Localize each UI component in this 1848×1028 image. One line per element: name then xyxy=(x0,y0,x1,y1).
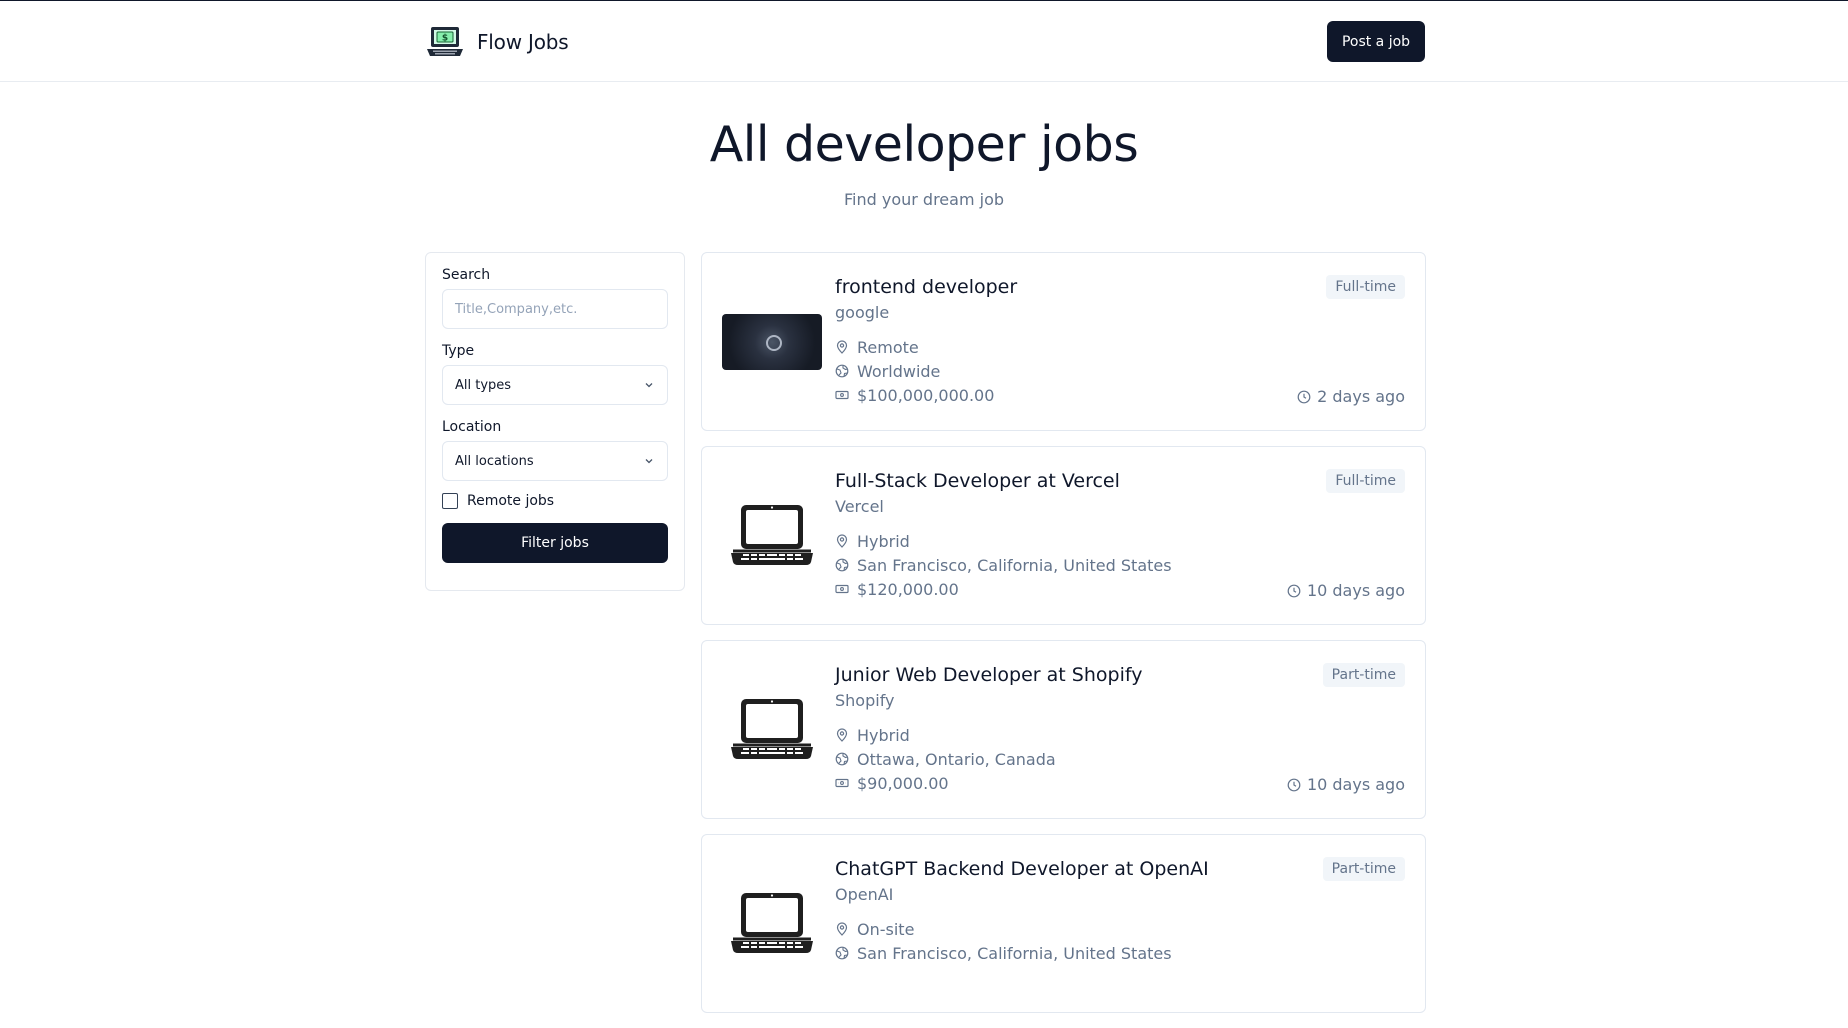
job-company: OpenAI xyxy=(835,885,894,904)
work-mode: Hybrid xyxy=(857,531,910,551)
filter-jobs-button[interactable]: Filter jobs xyxy=(442,523,668,563)
work-mode-row: On-site xyxy=(835,917,1405,941)
clock-icon xyxy=(1287,584,1301,597)
job-title[interactable]: frontend developer xyxy=(835,276,1405,298)
map-pin-icon xyxy=(836,922,848,936)
type-select-value: All types xyxy=(455,377,512,393)
map-pin-icon xyxy=(836,728,848,742)
globe-icon xyxy=(835,364,849,378)
job-location: San Francisco, California, United States xyxy=(857,943,1172,963)
job-type-badge: Part-time xyxy=(1322,663,1405,687)
search-group: Search Title,Company,etc. xyxy=(442,267,668,329)
location-row: San Francisco, California, United States xyxy=(835,941,1405,965)
job-location: Worldwide xyxy=(857,361,941,381)
hero: All developer jobs Find your dream job xyxy=(0,82,1848,209)
company-logo xyxy=(722,273,822,410)
posted-ago: 2 days ago xyxy=(1317,387,1405,406)
page-subtitle: Find your dream job xyxy=(843,189,1005,209)
job-salary: $120,000.00 xyxy=(857,579,959,599)
job-card[interactable]: Junior Web Developer at Shopify Shopify … xyxy=(701,640,1426,819)
site-header: $ Flow Jobs Post a job xyxy=(0,1,1848,82)
clock-icon xyxy=(1297,390,1311,403)
company-logo xyxy=(722,855,822,992)
job-salary: $90,000.00 xyxy=(857,773,949,793)
globe-icon xyxy=(835,946,849,960)
company-logo xyxy=(722,661,822,798)
job-company: Vercel xyxy=(835,497,884,516)
job-type-badge: Full-time xyxy=(1326,275,1405,299)
laptop-icon xyxy=(731,892,813,953)
laptop-money-logo-icon: $ xyxy=(427,26,463,56)
work-mode-row: Hybrid xyxy=(835,723,1405,747)
job-type-badge: Full-time xyxy=(1326,469,1405,493)
job-meta: On-site San Francisco, California, Unite… xyxy=(835,917,1405,989)
type-select[interactable]: All types xyxy=(442,365,668,405)
job-title[interactable]: Full-Stack Developer at Vercel xyxy=(835,470,1405,492)
map-pin-icon xyxy=(836,340,848,354)
posted-time: 2 days ago xyxy=(1297,387,1405,406)
laptop-icon xyxy=(731,698,813,759)
location-select-value: All locations xyxy=(455,453,534,469)
location-group: Location All locations xyxy=(442,419,668,481)
posted-time: 10 days ago xyxy=(1287,581,1405,600)
remote-label[interactable]: Remote jobs xyxy=(467,493,554,509)
location-row: Ottawa, Ontario, Canada xyxy=(835,747,1405,771)
job-company: Shopify xyxy=(835,691,895,710)
job-salary: $100,000,000.00 xyxy=(857,385,995,405)
post-job-button[interactable]: Post a job xyxy=(1327,21,1425,62)
job-company: google xyxy=(835,303,890,322)
job-card[interactable]: frontend developer google Remote Worldwi… xyxy=(701,252,1426,431)
job-title[interactable]: ChatGPT Backend Developer at OpenAI xyxy=(835,858,1405,880)
page-title: All developer jobs xyxy=(709,116,1139,173)
type-label: Type xyxy=(442,343,475,359)
brand-name: Flow Jobs xyxy=(477,29,569,54)
banknote-icon xyxy=(835,778,849,788)
location-row: San Francisco, California, United States xyxy=(835,553,1405,577)
globe-icon xyxy=(835,752,849,766)
location-row: Worldwide xyxy=(835,359,1405,383)
globe-icon xyxy=(835,558,849,572)
clock-icon xyxy=(1287,778,1301,791)
job-card[interactable]: Full-Stack Developer at Vercel Vercel Hy… xyxy=(701,446,1426,625)
work-mode-row: Remote xyxy=(835,335,1405,359)
work-mode: Remote xyxy=(857,337,919,357)
posted-ago: 10 days ago xyxy=(1306,775,1405,794)
filter-sidebar: Search Title,Company,etc. Type All types… xyxy=(425,252,685,591)
remote-checkbox[interactable] xyxy=(442,493,458,509)
job-location: Ottawa, Ontario, Canada xyxy=(857,749,1056,769)
banknote-icon xyxy=(835,390,849,400)
chevron-down-icon xyxy=(645,383,653,388)
location-select[interactable]: All locations xyxy=(442,441,668,481)
location-label: Location xyxy=(442,419,502,435)
banknote-icon xyxy=(835,584,849,594)
job-location: San Francisco, California, United States xyxy=(857,555,1172,575)
job-body: ChatGPT Backend Developer at OpenAI Open… xyxy=(835,855,1405,992)
work-mode: Hybrid xyxy=(857,725,910,745)
company-logo xyxy=(722,467,822,604)
brand-link[interactable]: $ Flow Jobs xyxy=(425,25,569,59)
posted-time: 10 days ago xyxy=(1287,775,1405,794)
job-type-badge: Part-time xyxy=(1322,857,1405,881)
remote-row: Remote jobs xyxy=(442,493,668,509)
chevron-down-icon xyxy=(645,459,653,464)
work-mode: On-site xyxy=(857,919,915,939)
header-inner: $ Flow Jobs Post a job xyxy=(425,1,1425,82)
laptop-icon xyxy=(731,504,813,565)
posted-ago: 10 days ago xyxy=(1306,581,1405,600)
svg-text:$: $ xyxy=(442,33,448,43)
job-title[interactable]: Junior Web Developer at Shopify xyxy=(835,664,1405,686)
map-pin-icon xyxy=(836,534,848,548)
search-input[interactable]: Title,Company,etc. xyxy=(442,289,668,329)
work-mode-row: Hybrid xyxy=(835,529,1405,553)
type-group: Type All types xyxy=(442,343,668,405)
search-label: Search xyxy=(442,267,491,283)
company-logo-image xyxy=(722,313,822,370)
job-list: frontend developer google Remote Worldwi… xyxy=(701,252,1426,1028)
job-card[interactable]: ChatGPT Backend Developer at OpenAI Open… xyxy=(701,834,1426,1013)
